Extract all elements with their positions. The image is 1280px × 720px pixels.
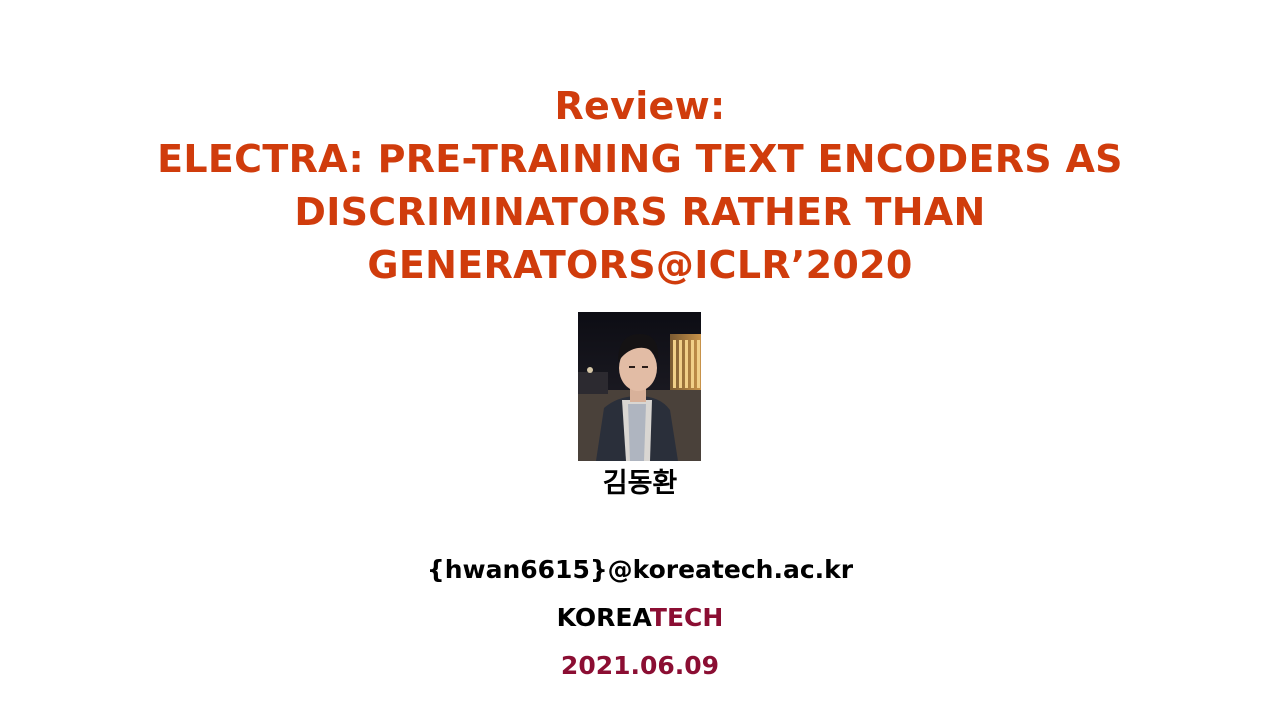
- affiliation-tech: TECH: [649, 603, 724, 632]
- author-name: 김동환: [602, 468, 678, 499]
- author-photo: [578, 312, 701, 461]
- presentation-date: 2021.06.09: [560, 651, 720, 680]
- author-email: {hwan6615}@koreatech.ac.kr: [426, 555, 854, 584]
- title-line-4: GENERATORS@ICLR’2020: [367, 243, 913, 287]
- title-line-3: DISCRIMINATORS RATHER THAN: [294, 190, 986, 234]
- slide-title: Review: ELECTRA: PRE-TRAINING TEXT ENCOD…: [40, 80, 1240, 292]
- title-line-1: Review:: [554, 84, 726, 128]
- affiliation-korea: KOREA: [556, 603, 650, 632]
- affiliation: KOREATECH: [440, 601, 840, 635]
- title-line-2: ELECTRA: PRE-TRAINING TEXT ENCODERS AS: [157, 137, 1123, 181]
